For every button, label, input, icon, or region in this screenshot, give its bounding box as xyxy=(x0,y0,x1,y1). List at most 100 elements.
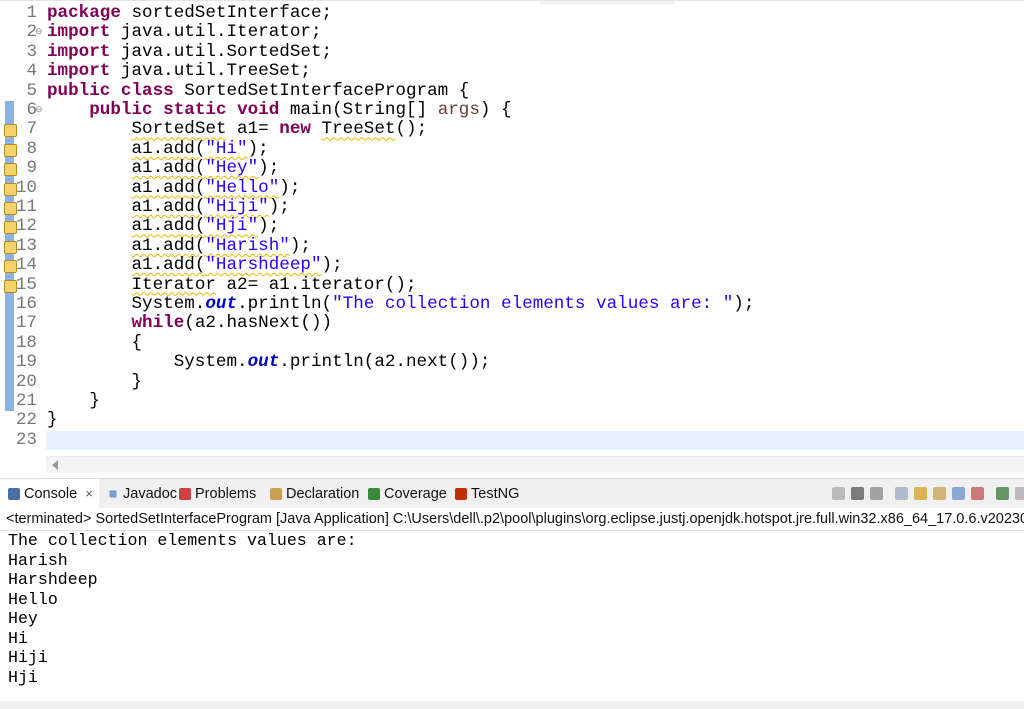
terminate-icon[interactable] xyxy=(832,487,845,500)
tab-problems[interactable]: Problems xyxy=(175,479,256,509)
code-token: static xyxy=(163,100,227,120)
warning-icon[interactable] xyxy=(4,143,17,157)
code-text: a1.add("Hji"); xyxy=(47,217,279,236)
code-token: out xyxy=(247,352,280,373)
warning-icon[interactable] xyxy=(4,202,17,215)
warning-icon[interactable] xyxy=(4,260,17,274)
code-token: "Harshdeep" xyxy=(205,255,322,276)
show-on-stdout-icon[interactable] xyxy=(952,487,965,500)
tab-label: Javadoc xyxy=(123,486,178,502)
code-token: SortedSetInterfaceProgram { xyxy=(173,80,470,101)
bottom-scrollbar[interactable] xyxy=(0,701,1024,709)
code-token: main(String[] xyxy=(279,100,438,120)
code-token: import xyxy=(47,41,111,62)
tab-javadoc[interactable]: Javadoc xyxy=(103,479,177,509)
clear-console-icon[interactable] xyxy=(895,487,908,500)
code-token: a1.add( xyxy=(131,138,206,159)
console-output[interactable]: The collection elements values are: Haris… xyxy=(8,531,357,687)
code-text: a1.add("Hiji"); xyxy=(47,197,289,217)
scroll-lock-icon[interactable] xyxy=(914,487,927,500)
code-token: "Hello" xyxy=(205,177,280,198)
console-output-line: Hiji xyxy=(8,648,48,667)
code-token: "Hji" xyxy=(205,216,259,237)
word-wrap-icon[interactable] xyxy=(933,487,946,500)
warning-icon[interactable] xyxy=(4,221,17,235)
tab-testng[interactable]: TestNG xyxy=(451,479,519,509)
code-text: a1.add("Hey"); xyxy=(47,158,279,179)
code-text: a1.add("Hi"); xyxy=(47,138,269,159)
line-number: 4 xyxy=(26,61,37,82)
code-token: a1= xyxy=(226,119,280,140)
current-line-highlight xyxy=(46,430,1024,451)
fold-collapse-icon[interactable]: ⊖ xyxy=(35,23,43,42)
console-output-line: Hi xyxy=(8,628,28,648)
show-on-stderr-icon[interactable] xyxy=(971,487,984,500)
code-token: "Harish" xyxy=(205,235,290,256)
tab-label: Coverage xyxy=(384,486,447,502)
tab-declaration[interactable]: Declaration xyxy=(266,479,359,509)
code-token: System. xyxy=(47,352,248,373)
code-token: "Hiji" xyxy=(205,197,269,217)
code-token: ); xyxy=(733,294,755,314)
open-console-icon[interactable] xyxy=(1015,487,1024,500)
code-token: System. xyxy=(47,294,206,314)
code-token: (); xyxy=(395,119,428,140)
remove-launch-icon[interactable] xyxy=(851,487,864,500)
fold-collapse-icon[interactable]: ⊖ xyxy=(35,101,43,120)
code-token: while xyxy=(131,313,185,334)
code-text: a1.add("Harshdeep"); xyxy=(47,255,343,276)
warning-icon[interactable] xyxy=(4,240,17,254)
code-editor[interactable]: 1 package sortedSetInterface; 2 ⊖ import jav… xyxy=(0,0,1024,476)
testng-icon xyxy=(455,488,467,500)
code-token: import xyxy=(47,61,111,82)
code-token: a1.add( xyxy=(131,158,206,179)
code-token: java.util.SortedSet; xyxy=(110,41,333,62)
code-token: { xyxy=(47,332,143,353)
code-text: while(a2.hasNext()) xyxy=(47,314,332,333)
warning-icon[interactable] xyxy=(4,163,17,177)
code-token: void xyxy=(237,100,280,120)
warning-icon[interactable] xyxy=(4,124,17,138)
code-text: } xyxy=(47,411,58,430)
code-token: ); xyxy=(247,138,269,159)
code-token: sortedSetInterface; xyxy=(120,3,333,23)
line-number: 21 xyxy=(15,391,37,411)
declaration-icon xyxy=(270,488,282,500)
warning-icon[interactable] xyxy=(4,182,17,196)
code-token: SortedSet xyxy=(131,119,227,140)
pin-console-icon[interactable] xyxy=(996,487,1009,500)
code-text: System.out.println("The collection eleme… xyxy=(47,294,755,314)
warning-icon[interactable] xyxy=(4,279,17,293)
code-text: package sortedSetInterface; xyxy=(47,3,333,23)
remove-all-launches-icon[interactable] xyxy=(870,487,883,500)
code-token: ) { xyxy=(479,100,512,120)
horizontal-scrollbar[interactable] xyxy=(46,456,1024,473)
code-token: a1.add( xyxy=(131,216,206,237)
line-number: 18 xyxy=(15,332,37,353)
code-token: "The collection elements values are: " xyxy=(332,294,734,314)
close-icon[interactable]: × xyxy=(85,478,93,510)
console-output-line: Hey xyxy=(8,609,38,628)
code-token: ); xyxy=(321,255,343,276)
line-number: 22 xyxy=(15,410,37,431)
tab-console[interactable]: Console × xyxy=(0,479,99,509)
code-token: } xyxy=(47,410,58,431)
scroll-left-icon[interactable] xyxy=(52,460,58,470)
code-token: args xyxy=(437,100,480,120)
code-text: System.out.println(a2.next()); xyxy=(47,352,491,373)
tab-coverage[interactable]: Coverage xyxy=(364,479,447,509)
line-number: 17 xyxy=(15,313,37,334)
tab-label: Console xyxy=(24,486,78,502)
code-token: TreeSet xyxy=(321,119,396,140)
console-output-line: Harish xyxy=(8,550,68,570)
code-token: out xyxy=(205,294,238,314)
code-token: public xyxy=(89,100,153,120)
code-token: a2= a1.iterator(); xyxy=(215,274,417,295)
